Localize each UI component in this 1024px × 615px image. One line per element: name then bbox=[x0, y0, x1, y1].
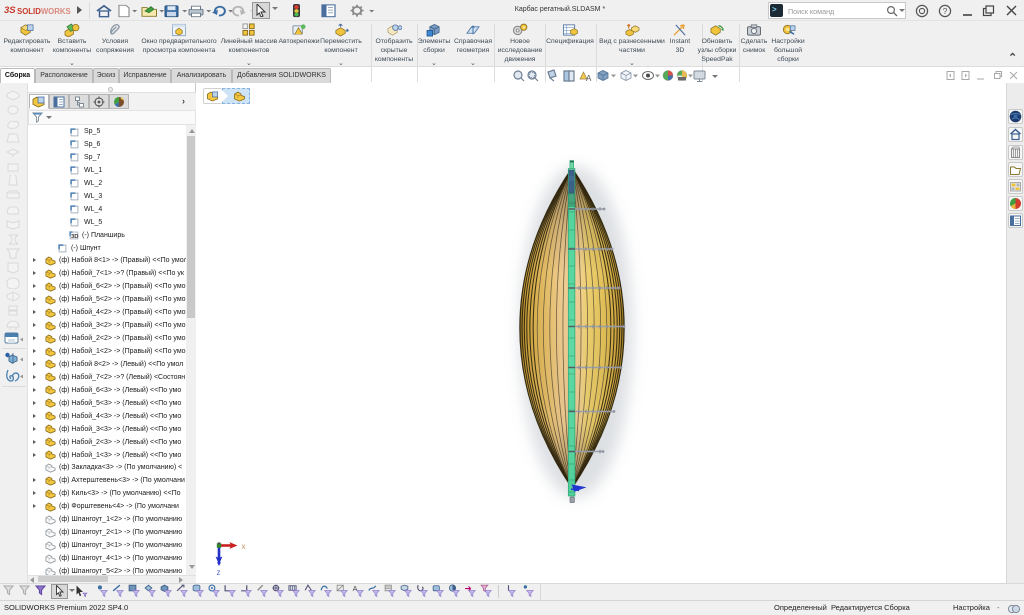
svg-text:3D: 3D bbox=[71, 234, 78, 240]
svg-text:z: z bbox=[217, 568, 221, 577]
svg-text:A: A bbox=[586, 74, 592, 83]
svg-text:x: x bbox=[242, 542, 246, 551]
svg-text:?: ? bbox=[943, 6, 948, 16]
